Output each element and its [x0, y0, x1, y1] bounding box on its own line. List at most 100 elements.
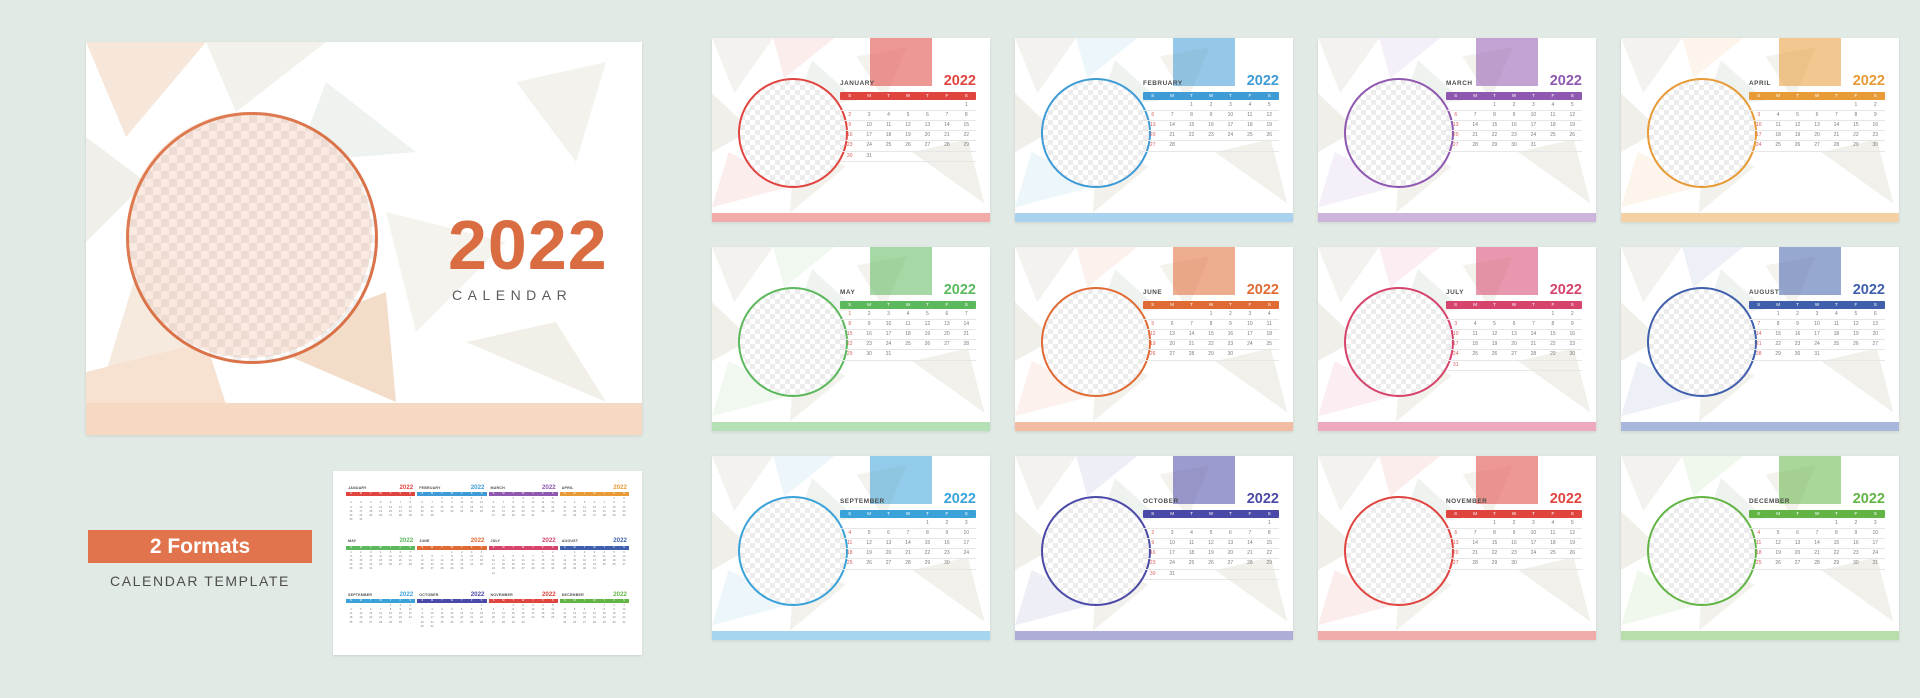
calendar-day-empty — [1484, 361, 1505, 371]
calendar-day: 3 — [1749, 111, 1769, 121]
calendar-day: 22 — [956, 131, 976, 142]
month-photo-placeholder — [1344, 78, 1454, 188]
mini-month-february: FEBRUARY 2022 S M T W T F S 1 2 3 4 5 6 7 8 9 10 11 12 13 14 15… — [417, 484, 487, 536]
mini-day: 30 — [521, 514, 525, 518]
calendar-day: 26 — [1768, 559, 1788, 570]
calendar-day: 3 — [956, 519, 976, 529]
mini-day: 28 — [501, 620, 505, 624]
weekday-header-row: SMTWTFS — [1749, 300, 1885, 309]
mini-day-grid: 1 2 3 4 5 6 7 8 9 10 11 12 13 14 15 16 17 18 19 20 21 22 23 24 2… — [417, 551, 486, 572]
dow-label: S — [1151, 92, 1155, 98]
month-year: 2022 — [1549, 491, 1582, 507]
mini-day: 26 — [480, 509, 484, 513]
dow-label: F — [1854, 301, 1858, 307]
calendar-day: 7 — [956, 310, 976, 320]
mini-weekday-row: SMTWTFS — [559, 598, 629, 603]
month-name: JULY — [1446, 288, 1464, 296]
calendar-day: 12 — [917, 320, 938, 330]
mini-dow-label: F — [399, 492, 402, 496]
calendar-day: 30 — [1504, 141, 1524, 152]
calendar-day: 13 — [1446, 121, 1466, 132]
calendar-day-empty — [1562, 559, 1582, 570]
dow-label: T — [887, 301, 890, 307]
calendar-day: 21 — [1749, 340, 1769, 351]
calendar-day: 19 — [859, 549, 879, 560]
dow-label: T — [1835, 301, 1838, 307]
calendar-day: 10 — [859, 121, 879, 132]
calendar-day: 21 — [1826, 131, 1847, 142]
calendar-day: 24 — [1162, 559, 1182, 570]
calendar-day: 30 — [1143, 570, 1163, 580]
mini-dow-label: F — [470, 545, 473, 549]
calendar-day: 7 — [937, 111, 957, 121]
calendar-day: 1 — [840, 310, 860, 320]
mini-month-name: JULY — [490, 539, 501, 544]
dow-label: S — [1151, 301, 1155, 307]
calendar-day: 2 — [1220, 310, 1241, 320]
mini-dow-label: W — [450, 492, 454, 496]
calendar-day: 17 — [1446, 340, 1466, 351]
calendar-day: 22 — [1768, 340, 1788, 351]
calendar-day: 22 — [1484, 131, 1505, 142]
mini-dow-label: S — [409, 598, 412, 602]
calendar-day: 13 — [878, 539, 899, 550]
calendar-day: 12 — [1562, 111, 1582, 121]
mini-dow-label: T — [532, 492, 534, 496]
calendar-day: 15 — [1181, 121, 1202, 132]
calendar-day: 25 — [1259, 340, 1279, 351]
calendar-day: 23 — [1846, 549, 1866, 560]
calendar-day: 28 — [1749, 350, 1769, 361]
calendar-day: 5 — [1201, 529, 1221, 539]
calendar-day: 7 — [1826, 111, 1847, 121]
mini-dow-label: F — [613, 492, 615, 496]
calendar-day-empty — [1143, 519, 1163, 529]
mini-day: 30 — [622, 514, 626, 518]
mini-day: 31 — [491, 571, 495, 575]
month-name: DECEMBER — [1749, 497, 1790, 505]
calendar-day: 11 — [1543, 529, 1563, 539]
calendar-day: 18 — [1465, 340, 1485, 351]
mini-day: 26 — [551, 509, 555, 513]
calendar-day: 5 — [1768, 529, 1788, 539]
calendar-day: 3 — [1446, 320, 1466, 330]
mini-dow-label: F — [613, 545, 615, 549]
dow-label: S — [1267, 301, 1271, 307]
calendar-day: 25 — [1826, 340, 1847, 351]
calendar-day: 12 — [1259, 111, 1279, 121]
cover-footer-band — [86, 403, 642, 435]
calendar-day: 12 — [1143, 330, 1163, 341]
mini-month-header: APRIL 2022 — [560, 484, 629, 491]
month-header: OCTOBER 2022 — [1143, 492, 1279, 507]
month-footer-band — [1621, 631, 1899, 640]
month-calendar: APRIL 2022 S M T W T F S 1 2 3 4 5 6 7 8 9 10 11 12 13 14 15 16 1… — [1749, 74, 1885, 152]
calendar-day: 23 — [1220, 340, 1241, 351]
calendar-day: 16 — [1846, 539, 1866, 550]
weekday-header-row: SMTWTFS — [840, 91, 976, 100]
mini-day: 25 — [480, 563, 484, 567]
calendar-day: 9 — [937, 529, 957, 539]
dow-label: M — [1170, 92, 1175, 98]
calendar-day: 6 — [1162, 320, 1182, 330]
mini-day: 30 — [349, 518, 353, 522]
calendar-day: 20 — [1143, 131, 1163, 142]
calendar-day: 10 — [1523, 529, 1544, 539]
mini-dow-label: M — [431, 545, 434, 549]
calendar-day: 9 — [1143, 539, 1163, 550]
calendar-day: 28 — [1465, 559, 1485, 570]
mini-month-name: JUNE — [419, 539, 430, 544]
mini-month-year: 2022 — [613, 590, 627, 598]
weekday-header-row: SMTWTFS — [1143, 91, 1279, 100]
month-calendar: OCTOBER 2022 S M T W T F S 1 2 3 4 5 6 7 8 9 10 11 12 13 14 15 1… — [1143, 492, 1279, 580]
calendar-day: 12 — [898, 121, 918, 132]
dow-label: T — [1532, 301, 1535, 307]
mini-dow-label: T — [512, 598, 515, 602]
calendar-day: 12 — [1484, 330, 1505, 341]
calendar-day: 14 — [1826, 121, 1847, 132]
mini-month-december: DECEMBER 2022 S M T W T F S 1 2 3 4 5 6 7 8 9 10 11 12 13 14 15… — [559, 590, 629, 643]
calendar-day: 31 — [878, 350, 899, 361]
dow-label: W — [1208, 92, 1214, 98]
calendar-day: 13 — [917, 121, 938, 132]
mini-day: 31 — [430, 624, 434, 628]
calendar-day-empty — [1768, 101, 1788, 111]
formats-badge-label: 2 Formats — [149, 535, 251, 558]
